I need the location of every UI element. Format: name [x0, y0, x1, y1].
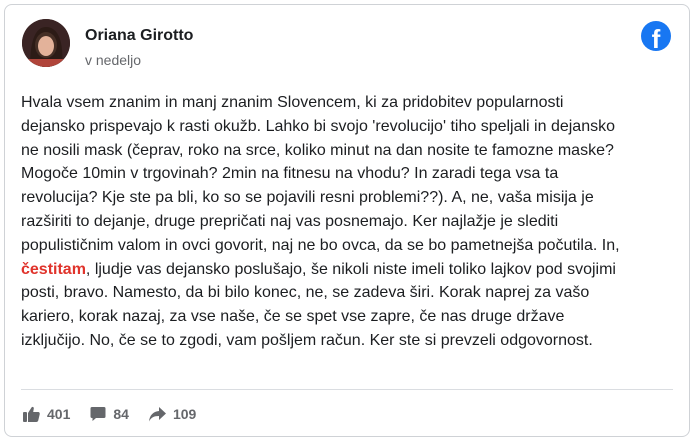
post-line-text: Mogoče 10min v trgovinah? 2min na fitnes… [21, 165, 559, 183]
like-thumb-icon [23, 406, 40, 422]
likes-count: 401 [47, 406, 71, 422]
post-line-text: dejansko prispevajo k rasti okužb. Lahko… [21, 117, 615, 135]
post-line-text: revolucija? Kje ste pa bli, ko so se poj… [21, 189, 594, 207]
post-line-text: , ljudje vas dejansko poslušajo, še niko… [85, 260, 616, 278]
author-avatar[interactable] [22, 19, 70, 67]
post-line: populističnim valom in ovci govorit, naj… [21, 234, 677, 258]
post-line: Mogoče 10min v trgovinah? 2min na fitnes… [21, 162, 677, 186]
post-line-text: razširiti to dejanje, druge prepričati n… [21, 212, 559, 230]
shares-stat[interactable]: 109 [148, 406, 197, 422]
post-line-text: posti, bravo. Namesto, da bi bilo konec,… [21, 284, 590, 302]
comments-count: 84 [113, 406, 129, 422]
facebook-logo-letter: f [651, 24, 661, 54]
post-body: Hvala vsem znanim in manj znanim Slovenc… [21, 91, 677, 353]
share-arrow-icon [148, 406, 166, 421]
post-card: Oriana Girotto v nedeljo f Hvala vsem zn… [4, 4, 690, 437]
post-line-text: populističnim valom in ovci govorit, naj… [21, 236, 620, 254]
likes-stat[interactable]: 401 [23, 406, 70, 422]
comment-icon [90, 407, 106, 421]
post-line-text: izključijo. No, če se to zgodi, vam pošl… [21, 331, 593, 349]
post-line-text: ne nosili mask (čeprav, roko na srce, ko… [21, 141, 614, 159]
post-line-text: kariero, korak nazaj, za vse naše, če se… [21, 308, 565, 326]
hashtag-link[interactable]: čestitam [21, 261, 86, 278]
post-line: Hvala vsem znanim in manj znanim Slovenc… [21, 91, 677, 115]
post-line: kariero, korak nazaj, za vse naše, če se… [21, 305, 677, 329]
post-line: čestitam, ljudje vas dejansko poslušajo,… [21, 258, 677, 282]
engagement-stats: 401 84 109 [23, 406, 216, 422]
post-timestamp[interactable]: v nedeljo [85, 52, 141, 68]
author-name[interactable]: Oriana Girotto [85, 27, 193, 45]
post-line: posti, bravo. Namesto, da bi bilo konec,… [21, 281, 677, 305]
comments-stat[interactable]: 84 [90, 406, 129, 422]
post-line: dejansko prispevajo k rasti okužb. Lahko… [21, 115, 677, 139]
post-line: ne nosili mask (čeprav, roko na srce, ko… [21, 139, 677, 163]
post-line: razširiti to dejanje, druge prepričati n… [21, 210, 677, 234]
divider [21, 389, 673, 390]
post-line-text: Hvala vsem znanim in manj znanim Slovenc… [21, 94, 564, 111]
shares-count: 109 [172, 406, 197, 422]
post-line: revolucija? Kje ste pa bli, ko so se poj… [21, 186, 677, 210]
post-line: izključijo. No, če se to zgodi, vam pošl… [21, 329, 677, 353]
facebook-logo-icon[interactable]: f [641, 21, 671, 54]
